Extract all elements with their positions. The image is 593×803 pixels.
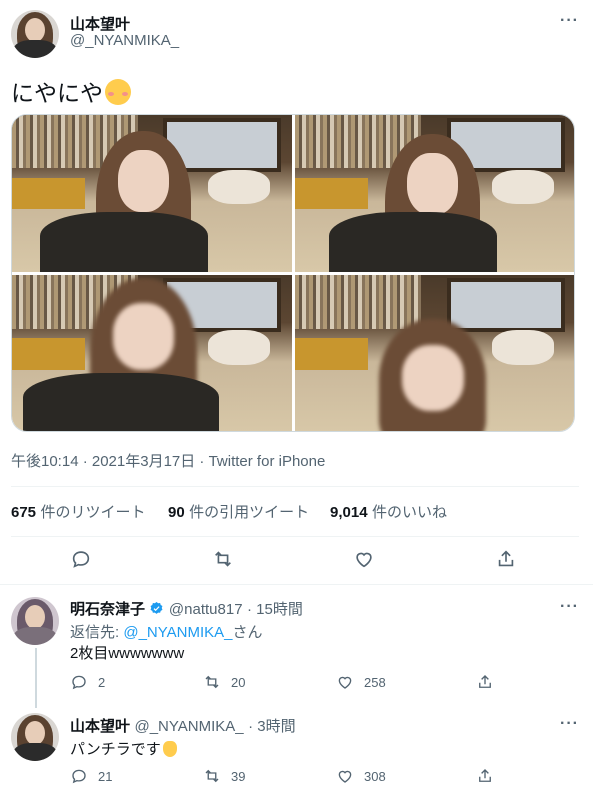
reply-1-retweet-button[interactable]: 20 xyxy=(203,673,245,691)
more-icon[interactable]: ··· xyxy=(560,12,579,30)
reply-2-retweet-button[interactable]: 39 xyxy=(203,767,245,785)
reply-count: 2 xyxy=(98,674,106,690)
retweets-count: 675 xyxy=(11,504,37,521)
reply-1-avatar[interactable] xyxy=(11,597,59,645)
reply-to-prefix: 返信先: xyxy=(70,624,124,641)
divider xyxy=(11,536,579,537)
author-name[interactable]: 山本望叶 xyxy=(70,13,130,34)
photo-2[interactable] xyxy=(295,115,574,272)
reply-icon xyxy=(72,551,90,568)
author-handle[interactable]: @_NYANMIKA_ xyxy=(70,32,179,49)
like-icon xyxy=(338,676,352,689)
reply-1-reply-button[interactable]: 2 xyxy=(70,673,105,691)
reply-to-suffix: さん xyxy=(232,624,263,641)
smiling-face-emoji-icon xyxy=(105,79,131,105)
reply-1-author-handle[interactable]: @nattu817 xyxy=(169,601,243,618)
photo-3[interactable] xyxy=(12,275,292,431)
tweet-timestamp[interactable]: 午後10:14 · 2021年3月17日 · Twitter for iPhon… xyxy=(11,450,325,471)
reply-2-reply-button[interactable]: 21 xyxy=(70,767,112,785)
share-icon xyxy=(479,769,491,782)
photo-4[interactable] xyxy=(295,275,574,431)
reply-2-text-content: パンチラです xyxy=(70,741,161,758)
reply-2-avatar[interactable] xyxy=(11,713,59,761)
share-button[interactable] xyxy=(495,548,517,570)
like-icon xyxy=(338,770,352,783)
reply-1-like-button[interactable]: 258 xyxy=(336,673,386,691)
quotes-label: 件の引用ツイート xyxy=(189,504,310,521)
photo-1[interactable] xyxy=(12,115,292,272)
like-count: 258 xyxy=(364,674,386,690)
retweet-icon xyxy=(205,769,219,783)
reply-1-header: 明石奈津子 @nattu817 · 15時間 xyxy=(70,598,303,619)
retweets-label: 件のリツイート xyxy=(40,504,146,521)
reply-2-like-button[interactable]: 308 xyxy=(336,767,386,785)
retweet-icon xyxy=(205,675,219,689)
more-icon[interactable]: ··· xyxy=(560,598,579,616)
reply-1-reply-to: 返信先: @_NYANMIKA_さん xyxy=(70,621,263,642)
retweet-count: 39 xyxy=(231,768,246,784)
reply-2-author-handle[interactable]: @_NYANMIKA_ xyxy=(134,718,243,735)
retweet-count: 20 xyxy=(231,674,246,690)
reply-icon xyxy=(72,769,86,784)
share-icon xyxy=(498,550,514,567)
quotes-count: 90 xyxy=(168,504,185,521)
retweet-button[interactable] xyxy=(212,548,234,570)
thread-line xyxy=(35,648,37,708)
reply-to-handle-link[interactable]: @_NYANMIKA_ xyxy=(123,624,232,641)
likes-label: 件のいいね xyxy=(372,504,448,521)
likes-count: 9,014 xyxy=(330,504,368,521)
stat-quotes[interactable]: 90 件の引用ツイート xyxy=(168,501,309,522)
reply-2-text: パンチラです xyxy=(70,738,177,759)
like-button[interactable] xyxy=(353,548,375,570)
like-count: 308 xyxy=(364,768,386,784)
reply-1-share-button[interactable] xyxy=(476,673,494,691)
reply-1-author-name[interactable]: 明石奈津子 xyxy=(70,601,145,618)
reply-2-author-name[interactable]: 山本望叶 xyxy=(70,718,130,735)
reply-button[interactable] xyxy=(70,548,92,570)
reply-2-time[interactable]: · 3時間 xyxy=(248,718,296,735)
tweet-text-content: にやにや xyxy=(11,80,103,106)
more-icon[interactable]: ··· xyxy=(560,715,579,733)
like-icon xyxy=(356,552,372,568)
divider xyxy=(0,584,593,585)
raised-hand-emoji-icon xyxy=(162,741,177,757)
reply-2-share-button[interactable] xyxy=(476,767,494,785)
reply-2-header: 山本望叶 @_NYANMIKA_ · 3時間 xyxy=(70,715,296,736)
author-avatar[interactable] xyxy=(11,10,59,58)
share-icon xyxy=(479,675,491,688)
reply-1-text: 2枚目wwwwwww xyxy=(70,645,185,662)
retweet-icon xyxy=(215,551,231,567)
reply-icon xyxy=(72,675,86,690)
divider xyxy=(11,486,579,487)
verified-badge-icon xyxy=(151,601,163,614)
stat-likes[interactable]: 9,014 件のいいね xyxy=(330,501,447,522)
stat-retweets[interactable]: 675 件のリツイート xyxy=(11,501,146,522)
reply-count: 21 xyxy=(98,768,113,784)
media-grid xyxy=(11,114,575,432)
tweet-text: にやにや xyxy=(11,74,131,108)
reply-1-time[interactable]: · 15時間 xyxy=(247,601,303,618)
